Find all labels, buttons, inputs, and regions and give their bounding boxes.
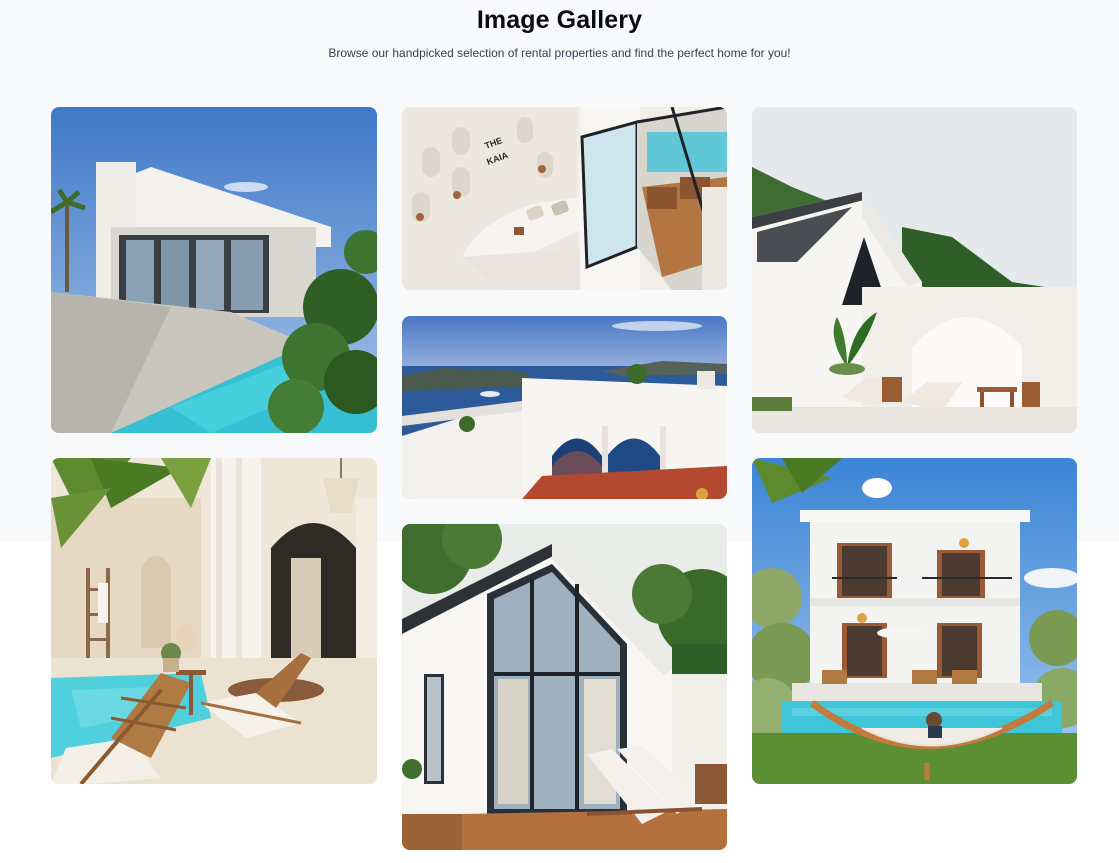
hammock-villa-photo [752,458,1077,784]
gallery-image-glass-gable[interactable] [402,524,727,850]
boho-courtyard-photo [51,458,377,784]
gable-house-photo [752,107,1077,433]
gallery-image-kaia-interior[interactable]: THE KAIA [402,107,727,290]
glass-gable-photo [402,524,727,850]
page-subtitle: Browse our handpicked selection of renta… [328,46,791,60]
kaia-interior-photo: THE KAIA [402,107,727,290]
page-title: Image Gallery [476,6,643,34]
gallery-image-santorini-arches[interactable] [402,316,727,499]
modern-villa-photo [51,107,377,433]
gallery-image-gable-house[interactable] [752,107,1077,433]
santorini-arches-photo [402,316,727,499]
gallery-image-modern-villa[interactable] [51,107,377,433]
gallery-image-boho-courtyard[interactable] [51,458,377,784]
gallery-image-hammock-villa[interactable] [752,458,1077,784]
